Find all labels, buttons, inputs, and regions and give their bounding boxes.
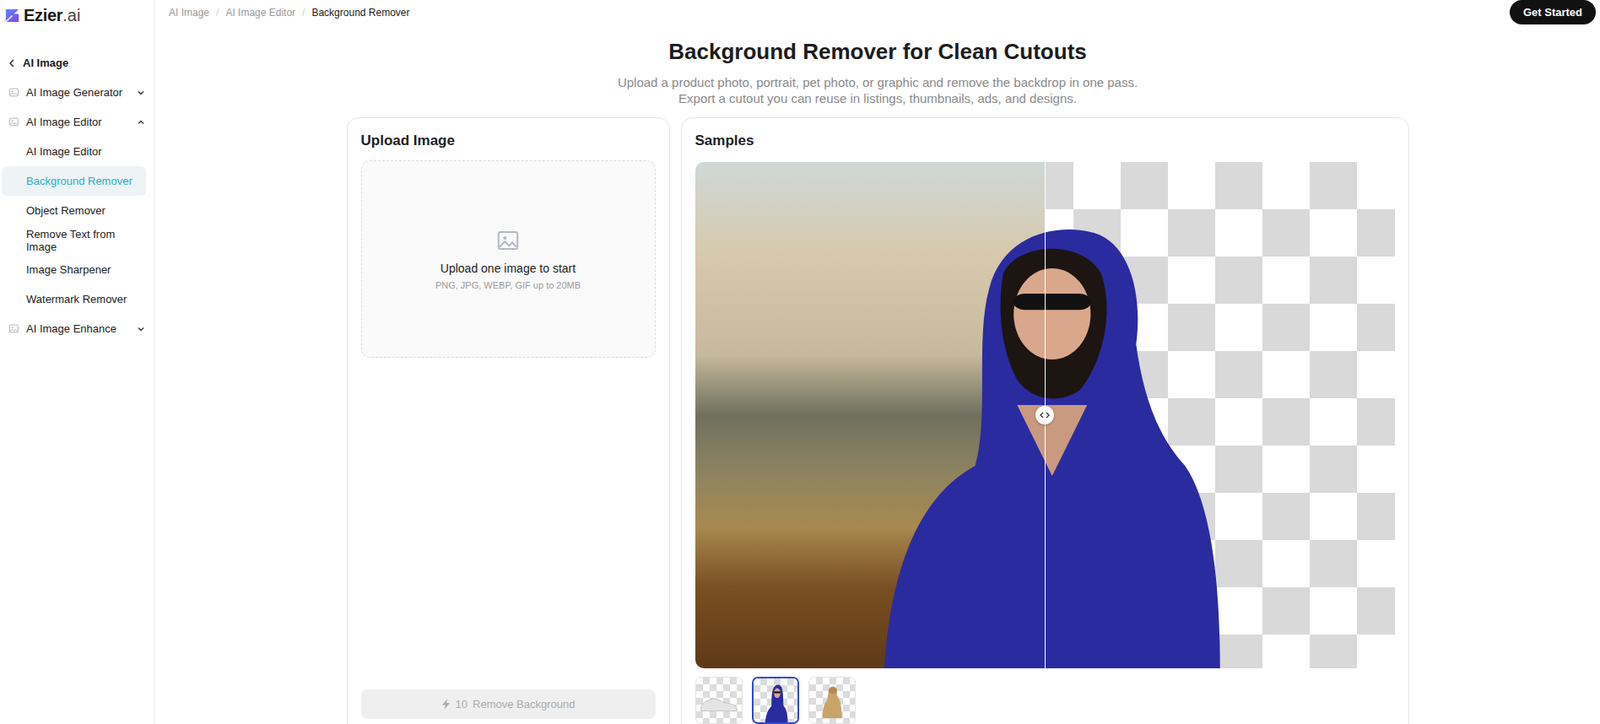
shoe-icon bbox=[696, 677, 742, 724]
sidebar: Ezier.aiAI ImageAI Image GeneratorAI Ima… bbox=[0, 0, 156, 724]
samples-title: Samples bbox=[695, 131, 1395, 151]
logo[interactable]: Ezier.ai bbox=[0, 5, 155, 25]
sidebar-item[interactable]: Remove Text from Image bbox=[1, 225, 146, 255]
breadcrumb-separator: / bbox=[302, 6, 305, 19]
arrows-icon bbox=[1039, 411, 1050, 419]
sidebar-item[interactable]: AI Image Editor bbox=[1, 136, 146, 167]
split-handle[interactable] bbox=[1035, 405, 1055, 425]
main: AI Image / AI Image Editor / Background Remo… bbox=[155, 0, 1600, 724]
breadcrumb-item: Background Remover bbox=[311, 6, 410, 19]
logo-name: Ezier bbox=[23, 5, 63, 26]
page-title: Background Remover for Clean Cutouts bbox=[155, 37, 1600, 65]
upload-title: Upload Image bbox=[361, 131, 656, 151]
sidebar-item[interactable]: Watermark Remover bbox=[1, 284, 146, 314]
logo-suffix: .ai bbox=[62, 5, 81, 26]
upload-dropzone[interactable]: Upload one image to startPNG, JPG, WEBP,… bbox=[361, 160, 656, 358]
image-icon bbox=[495, 227, 521, 254]
back-link[interactable]: AI Image bbox=[0, 48, 155, 78]
sample-thumbnail[interactable] bbox=[808, 676, 856, 724]
chevron-up-icon bbox=[135, 117, 146, 128]
logo-icon bbox=[4, 7, 21, 24]
top-bar: AI Image / AI Image Editor / Background Remo… bbox=[155, 0, 1600, 25]
portrait-icon bbox=[753, 678, 800, 724]
cards: Upload Image Upload one image to startPNG… bbox=[155, 117, 1600, 724]
sidebar-group[interactable]: AI Image Editor bbox=[0, 107, 155, 137]
sidebar-item[interactable]: Object Remover bbox=[1, 195, 146, 226]
sidebar-group[interactable]: AI Image Enhance bbox=[0, 313, 155, 344]
sample-thumbnail[interactable] bbox=[695, 676, 743, 724]
breadcrumb-item[interactable]: AI Image Editor bbox=[225, 6, 296, 19]
lightning-icon bbox=[441, 698, 451, 710]
page-subtitle: Upload a product photo, portrait, pet ph… bbox=[607, 74, 1148, 107]
upload-card: Upload Image Upload one image to startPNG… bbox=[346, 117, 671, 724]
sample-thumbnail[interactable] bbox=[751, 676, 800, 724]
image-icon bbox=[8, 323, 20, 335]
dog-icon bbox=[809, 677, 855, 724]
sidebar-group[interactable]: AI Image Generator bbox=[0, 77, 155, 108]
compare-slider[interactable] bbox=[695, 162, 1395, 669]
sidebar-item[interactable]: Background Remover bbox=[1, 166, 146, 196]
sidebar-item[interactable]: Image Sharpener bbox=[1, 254, 146, 285]
samples-card: Samples bbox=[681, 117, 1410, 724]
back-arrow-icon bbox=[8, 59, 16, 68]
chevron-down-icon bbox=[135, 324, 146, 335]
image-icon bbox=[8, 116, 20, 128]
hero: Background Remover for Clean Cutouts Uplo… bbox=[155, 24, 1600, 107]
sample-thumbnails bbox=[695, 676, 1395, 724]
breadcrumb: AI Image / AI Image Editor / Background Remo… bbox=[168, 6, 411, 19]
get-started-button[interactable]: Get Started bbox=[1509, 0, 1596, 25]
image-icon bbox=[8, 86, 20, 98]
breadcrumb-separator: / bbox=[216, 6, 219, 19]
remove-background-button[interactable]: 10Remove Background bbox=[361, 689, 656, 719]
chevron-down-icon bbox=[135, 87, 146, 98]
breadcrumb-item[interactable]: AI Image bbox=[168, 6, 210, 19]
